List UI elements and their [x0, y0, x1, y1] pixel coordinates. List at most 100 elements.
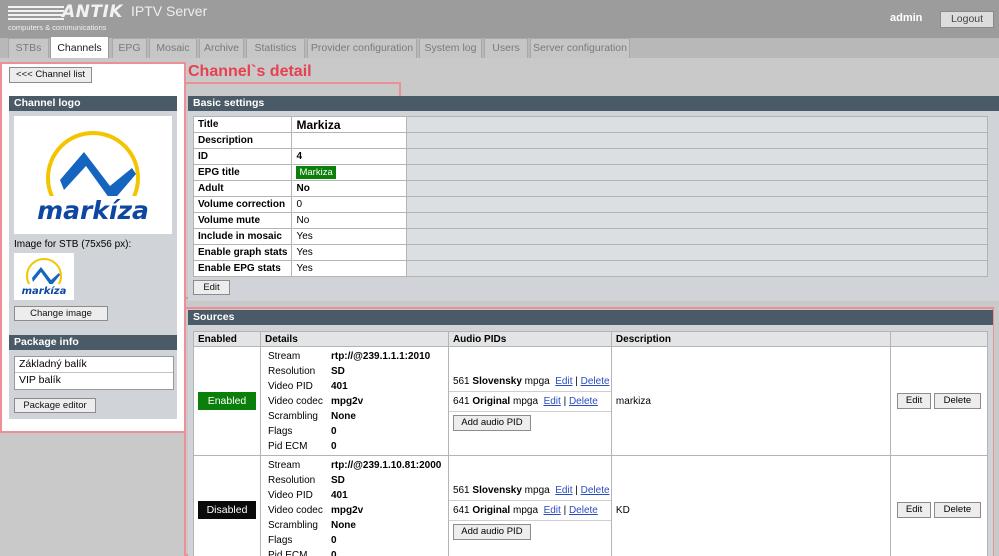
detail-label: Video PID	[267, 489, 313, 501]
column-header: Details	[259, 331, 449, 347]
detail-value: 0	[330, 549, 337, 556]
tab-channels[interactable]: Channels	[50, 36, 109, 58]
basic-settings-header: Basic settings	[188, 96, 999, 111]
table-row: Description	[192, 132, 988, 149]
detail-value: 401	[330, 489, 348, 501]
main-tabs: STBs Channels EPG Mosaic Archive Statist…	[0, 36, 999, 58]
add-audio-pid-button[interactable]: Add audio PID	[452, 523, 531, 540]
detail-label: Stream	[267, 350, 301, 362]
tab-archive[interactable]: Archive	[199, 38, 244, 58]
audio-pid-row: 561 Slovensky mpga Edit | Delete	[448, 372, 611, 392]
setting-label: Adult	[192, 180, 293, 197]
detail-label: Video codec	[267, 395, 323, 407]
setting-value-mosaic: Yes	[291, 228, 408, 245]
column-header: Description	[610, 331, 892, 347]
audio-pid-edit-link[interactable]: Edit	[544, 396, 561, 407]
table-row: Enable EPG stats Yes	[192, 260, 988, 277]
audio-pid-delete-link[interactable]: Delete	[581, 485, 610, 496]
audio-pid-delete-link[interactable]: Delete	[569, 505, 598, 516]
app-title: IPTV Server	[131, 3, 208, 19]
audio-pid-edit-link[interactable]: Edit	[555, 376, 572, 387]
setting-label: Volume mute	[192, 212, 293, 229]
table-row: Volume mute No	[192, 212, 988, 229]
detail-label: Pid ECM	[267, 549, 308, 556]
detail-label: Pid ECM	[267, 440, 308, 452]
basic-settings-table: Title Markiza Description ID 4 EPG title…	[192, 116, 988, 277]
source-edit-button[interactable]: Edit	[897, 393, 932, 409]
setting-value-epg-stats: Yes	[291, 260, 408, 277]
tab-users[interactable]: Users	[484, 38, 528, 58]
detail-value: 0	[330, 534, 337, 546]
audio-pid-delete-link[interactable]: Delete	[581, 376, 610, 387]
audio-pid-row: 641 Original mpga Edit | Delete	[448, 392, 611, 412]
table-row: Include in mosaic Yes	[192, 228, 988, 245]
table-row: Enable graph stats Yes	[192, 244, 988, 261]
source-description: KD	[610, 455, 892, 556]
setting-label: Description	[192, 132, 293, 149]
setting-value-volume-mute: No	[291, 212, 408, 229]
tab-provider-configuration[interactable]: Provider configuration	[307, 38, 417, 58]
basic-edit-button[interactable]: Edit	[193, 280, 230, 295]
audio-pid-edit-link[interactable]: Edit	[555, 485, 572, 496]
column-header: Enabled	[193, 331, 261, 347]
username: admin	[890, 12, 923, 24]
detail-label: Video codec	[267, 504, 323, 516]
status-badge[interactable]: Enabled	[198, 392, 256, 410]
tab-system-log[interactable]: System log	[419, 38, 482, 58]
column-header: Audio PIDs	[447, 331, 612, 347]
source-delete-button[interactable]: Delete	[933, 393, 981, 409]
detail-value: mpg2v	[330, 395, 364, 407]
tab-server-configuration[interactable]: Server configuration	[530, 38, 630, 58]
tab-epg[interactable]: EPG	[112, 38, 147, 58]
epg-title-badge: Markiza	[296, 166, 336, 179]
setting-label: Enable graph stats	[192, 244, 293, 261]
table-row: ID 4	[192, 148, 988, 165]
audio-pid-delete-link[interactable]: Delete	[569, 396, 598, 407]
annotation-left-panel-box	[0, 62, 186, 433]
table-row: Volume correction 0	[192, 196, 988, 213]
detail-label: Resolution	[267, 474, 316, 486]
source-edit-button[interactable]: Edit	[897, 502, 932, 518]
table-row: EPG title Markiza	[192, 164, 988, 181]
setting-label: Enable EPG stats	[192, 260, 293, 277]
setting-value-id: 4	[291, 148, 408, 165]
tab-mosaic[interactable]: Mosaic	[149, 38, 197, 58]
setting-value-graph-stats: Yes	[291, 244, 408, 261]
detail-label: Scrambling	[267, 519, 318, 531]
setting-value-description	[291, 132, 408, 149]
logout-button[interactable]: Logout	[940, 11, 994, 28]
detail-label: Flags	[267, 534, 293, 546]
detail-value: None	[330, 519, 356, 531]
logo-word: ANTIK	[62, 2, 123, 22]
setting-value-title: Markiza	[291, 116, 408, 133]
setting-label: ID	[192, 148, 293, 165]
tab-stbs[interactable]: STBs	[8, 38, 49, 58]
setting-label: EPG title	[192, 164, 293, 181]
top-header: ANTIK computers & communications IPTV Se…	[0, 0, 999, 38]
tab-statistics[interactable]: Statistics	[246, 38, 305, 58]
source-details: Stream rtp://@239.1.1.1:2010 Resolution SD…	[268, 349, 448, 454]
table-row: Title Markiza	[192, 116, 988, 133]
status-badge[interactable]: Disabled	[198, 501, 256, 519]
sources-table: Enabled Details Audio PIDs Description E…	[193, 331, 988, 556]
table-row: Adult No	[192, 180, 988, 197]
table-row: Disabled Stream rtp://@239.1.10.81:2000 R…	[193, 455, 988, 556]
detail-value: 401	[330, 380, 348, 392]
audio-pid-row: 641 Original mpga Edit | Delete	[448, 501, 611, 521]
detail-value: rtp://@239.1.10.81:2000	[330, 459, 442, 471]
detail-label: Video PID	[267, 380, 313, 392]
source-delete-button[interactable]: Delete	[933, 502, 981, 518]
source-details: Stream rtp://@239.1.10.81:2000 Resolution…	[268, 458, 448, 556]
add-audio-pid-button[interactable]: Add audio PID	[452, 414, 531, 431]
audio-pid-edit-link[interactable]: Edit	[544, 505, 561, 516]
detail-label: Stream	[267, 459, 301, 471]
table-row: Enabled Stream rtp://@239.1.1.1:2010 Reso…	[193, 346, 988, 456]
setting-value-adult: No	[291, 180, 408, 197]
detail-label: Flags	[267, 425, 293, 437]
annotation-label: Channel`s detail	[188, 63, 312, 80]
setting-value-volume-correction: 0	[291, 196, 408, 213]
setting-label: Volume correction	[192, 196, 293, 213]
logo-stripes-icon	[8, 6, 64, 21]
detail-label: Resolution	[267, 365, 316, 377]
audio-pid-row: 561 Slovensky mpga Edit | Delete	[448, 481, 611, 501]
